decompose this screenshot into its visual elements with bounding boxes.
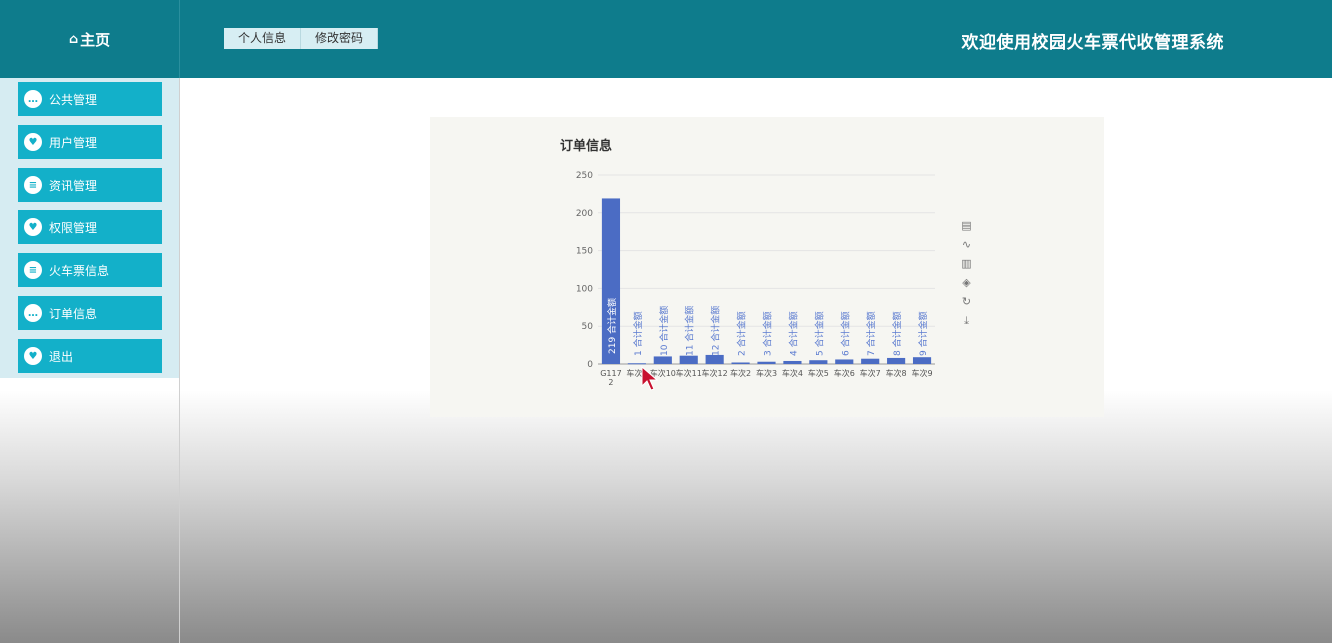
chart-card: 订单信息 0 50 100 150 200 250 219 合计金额 G117 2 1 合计金额车… [430,117,1104,417]
bar-data-label: 10 合计金额 [658,306,670,356]
restore-icon[interactable]: ↻ [960,295,973,308]
y-tick-label: 100 [576,284,593,294]
x-tick-label: 车次7 [860,368,881,378]
home-icon: ⌂ [68,31,79,47]
bar-data-label: 5 合计金额 [813,311,825,356]
x-tick-label: 2 [608,378,613,387]
sidebar-item-users[interactable]: ♥ 用户管理 [18,125,162,159]
y-tick-label: 250 [576,171,593,181]
list-icon: ≡ [24,176,42,194]
sidebar-item-label: 公共管理 [49,92,98,107]
heart-icon: ♥ [24,218,42,236]
x-tick-label: 车次5 [808,368,829,378]
site-title: 欢迎使用校园火车票代收管理系统 [961,33,1224,53]
x-tick-label: 车次9 [911,368,932,378]
bar-data-label: 2 合计金额 [736,311,748,356]
x-tick-label: 车次12 [702,368,728,378]
y-tick-label: 200 [576,209,593,219]
heart-icon: ♥ [24,133,42,151]
bar-data-label: 8 合计金额 [891,311,903,356]
y-tick-label: 0 [587,360,593,370]
bar-data-label: 219 合计金额 [606,298,618,354]
bar [887,357,906,364]
home-label: 主页 [80,30,111,49]
top-header: ⌂ 主页 个人信息 修改密码 欢迎使用校园火车票代收管理系统 [0,0,1332,78]
sidebar-divider [179,78,180,643]
bar [627,363,646,365]
bar-icon[interactable]: ▥ [960,257,973,270]
bar [809,360,828,364]
x-tick-label: 车次3 [756,368,777,378]
bar [653,356,672,364]
x-tick-label: 车次4 [782,368,803,378]
bar-data-label: 7 合计金额 [865,311,877,356]
mouse-cursor-icon [641,366,659,391]
sidebar-item-logout[interactable]: ♥ 退出 [18,339,162,373]
tab-profile[interactable]: 个人信息 [224,28,302,49]
bar-chart: 050100150200250219 合计金额G11721 合计金额车次110 … [576,171,935,387]
download-icon[interactable]: ⤓ [960,314,973,327]
chat-icon: … [24,304,42,322]
bar-data-label: 11 合计金额 [684,306,696,356]
sidebar: … 公共管理 ♥ 用户管理 ≡ 资讯管理 ♥ 权限管理 ≡ 火车票信息 … 订单… [0,78,180,378]
chart-toolbox: ▤ ∿ ▥ ◈ ↻ ⤓ [960,219,974,327]
sidebar-item-permissions[interactable]: ♥ 权限管理 [18,210,162,244]
chat-icon: … [24,90,42,108]
data-view-icon[interactable]: ▤ [960,219,973,232]
bar-data-label: 6 合计金额 [839,311,851,356]
bar [861,358,880,364]
bar [757,361,776,364]
sidebar-item-tickets[interactable]: ≡ 火车票信息 [18,253,162,287]
x-tick-label: 车次2 [730,368,751,378]
sidebar-item-public[interactable]: … 公共管理 [18,82,162,116]
sidebar-item-label: 火车票信息 [49,263,110,278]
y-tick-label: 50 [582,322,594,332]
sidebar-item-label: 订单信息 [49,306,98,321]
sidebar-item-label: 退出 [49,349,74,364]
sidebar-item-label: 用户管理 [49,135,98,150]
list-icon: ≡ [24,261,42,279]
sidebar-item-news[interactable]: ≡ 资讯管理 [18,168,162,202]
bar [783,360,802,364]
bar-data-label: 4 合计金额 [787,311,799,356]
home-link[interactable]: ⌂ 主页 [0,0,180,78]
bar [731,362,750,364]
bar-data-label: 3 合计金额 [762,311,774,356]
bar [912,357,932,364]
bar-data-label: 1 合计金额 [632,311,644,356]
top-tabs: 个人信息 修改密码 [224,28,379,49]
heart-icon: ♥ [24,347,42,365]
line-icon[interactable]: ∿ [960,238,973,251]
x-tick-label: 车次11 [676,368,702,378]
y-tick-label: 150 [576,247,593,257]
x-tick-label: G117 [600,369,621,378]
sidebar-item-label: 权限管理 [49,220,98,235]
tab-change-password[interactable]: 修改密码 [301,28,379,49]
bar-data-label: 12 合计金额 [710,306,722,356]
x-tick-label: 车次8 [886,368,907,378]
stack-icon[interactable]: ◈ [960,276,973,289]
sidebar-item-label: 资讯管理 [49,178,98,193]
x-tick-label: 车次6 [834,368,855,378]
bar-data-label: 9 合计金额 [917,311,929,356]
bar [835,359,854,364]
sidebar-item-orders[interactable]: … 订单信息 [18,296,162,330]
